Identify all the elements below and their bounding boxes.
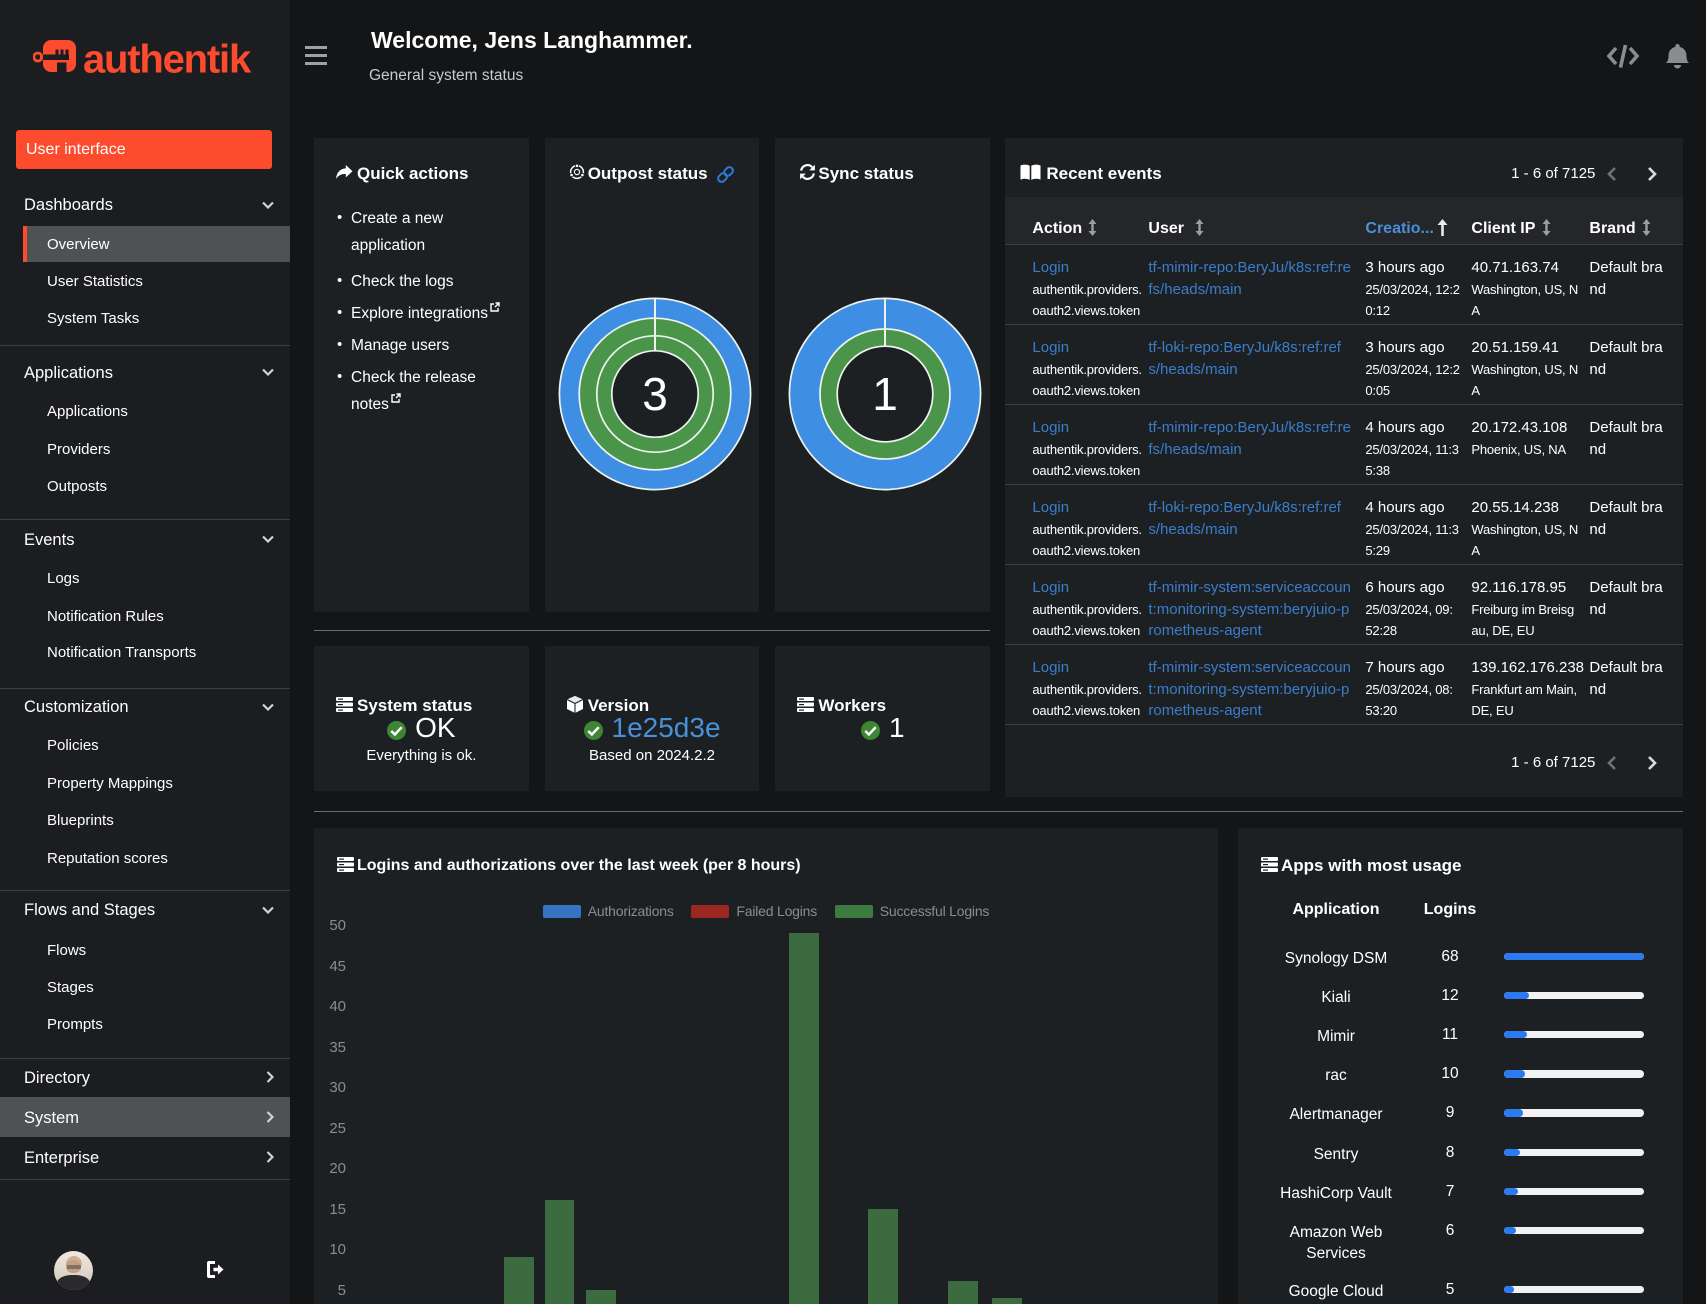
svg-text:1: 1 [872, 368, 898, 420]
svg-text:3: 3 [642, 368, 668, 420]
svg-text:authentik: authentik [83, 38, 252, 82]
